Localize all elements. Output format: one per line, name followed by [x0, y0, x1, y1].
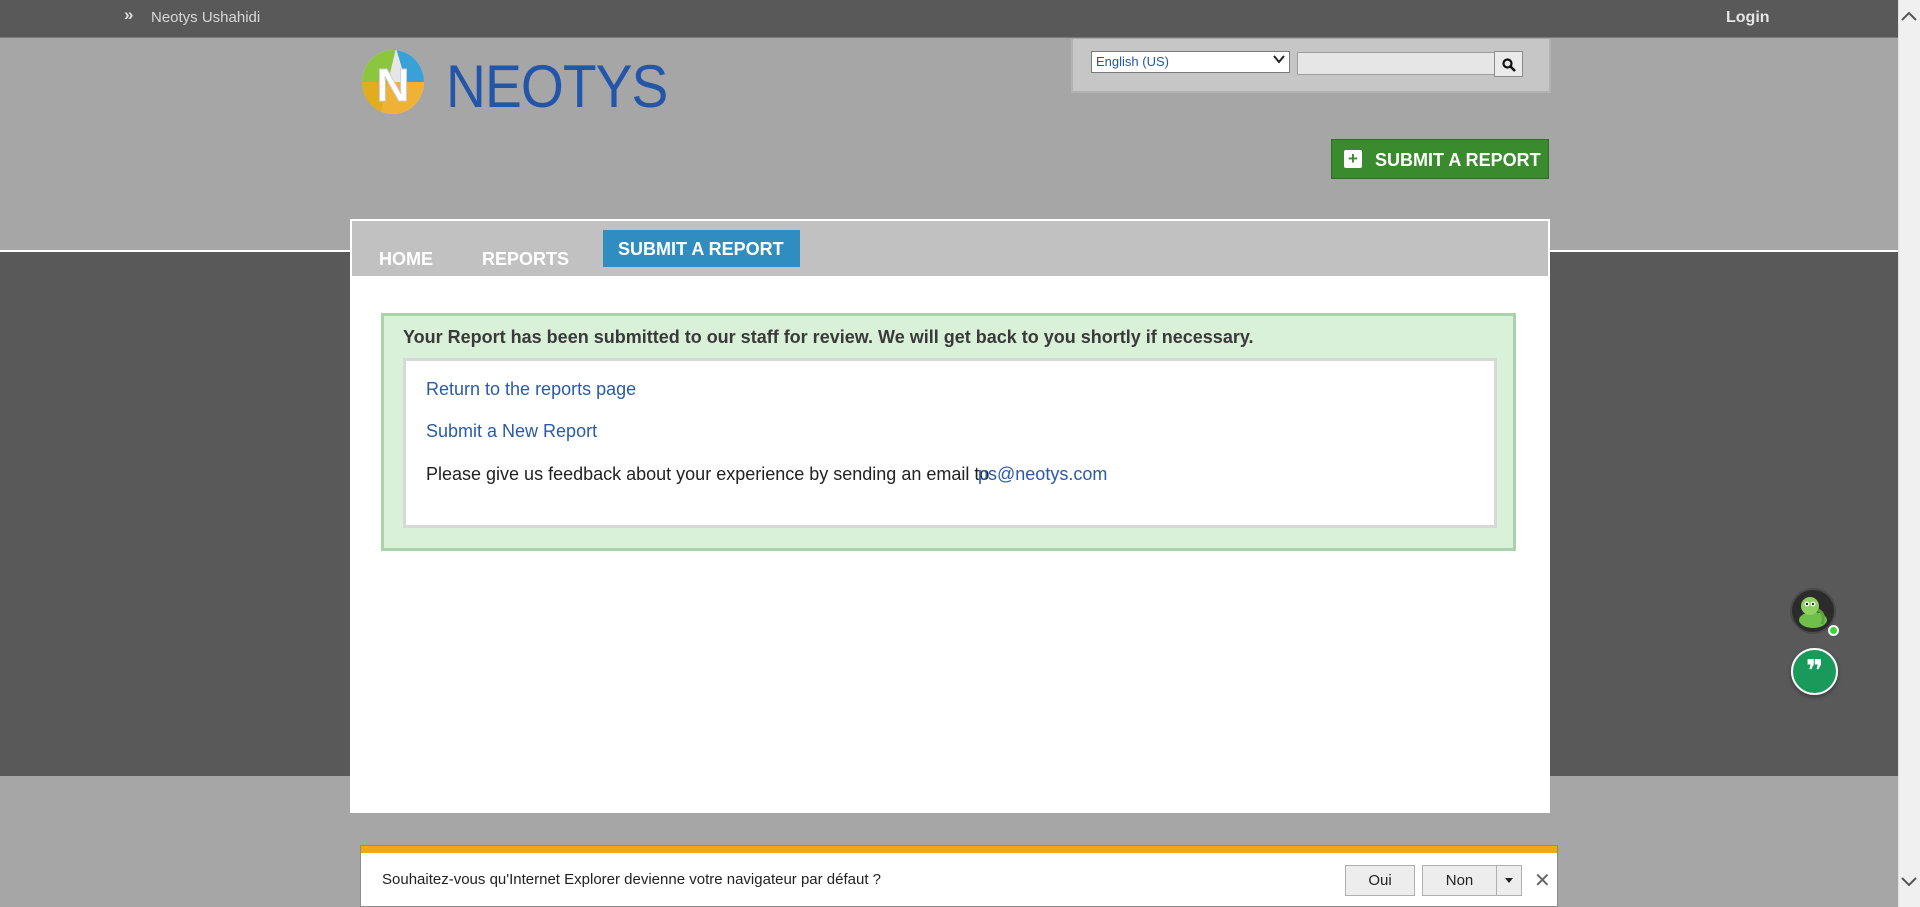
chat-quote-icon[interactable]: ❞ — [1791, 648, 1838, 695]
success-message: Your Report has been submitted to our st… — [403, 327, 1254, 347]
online-status-dot — [1828, 625, 1839, 636]
no-options-dropdown[interactable] — [1496, 865, 1522, 896]
ie-default-browser-bar: Souhaitez-vous qu'Internet Explorer devi… — [360, 845, 1558, 907]
no-button[interactable]: Non — [1422, 865, 1497, 896]
scroll-up-icon[interactable] — [1901, 8, 1917, 26]
double-chevron-icon[interactable]: » — [124, 5, 134, 25]
plus-icon: + — [1344, 150, 1362, 168]
feedback-text: Please give us feedback about your exper… — [426, 464, 990, 484]
search-button[interactable] — [1494, 51, 1523, 77]
next-steps-box: Return to the reports page Submit a New … — [403, 358, 1497, 528]
logo-wordmark: NEOTYS — [446, 53, 668, 120]
language-selected-value: English (US) — [1096, 54, 1169, 69]
nav-submit-report-label: SUBMIT A REPORT — [618, 239, 784, 259]
yes-button[interactable]: Oui — [1345, 865, 1415, 896]
ie-default-question: Souhaitez-vous qu'Internet Explorer devi… — [382, 871, 882, 888]
dropdown-arrow-icon — [1273, 53, 1285, 68]
search-input[interactable] — [1297, 52, 1495, 75]
notification-stripe — [361, 846, 1557, 853]
nav-home[interactable]: HOME — [379, 249, 433, 270]
search-icon — [1502, 58, 1516, 72]
site-name[interactable]: Neotys Ushahidi — [151, 9, 260, 26]
submit-report-label: SUBMIT A REPORT — [1375, 150, 1541, 170]
nav-reports[interactable]: REPORTS — [482, 249, 569, 270]
dropdown-arrow-icon — [1505, 878, 1513, 883]
vertical-scrollbar[interactable] — [1898, 0, 1920, 907]
neotys-logo-icon: N — [362, 50, 424, 114]
scroll-down-icon[interactable] — [1901, 874, 1917, 892]
nav-submit-report[interactable]: SUBMIT A REPORT — [603, 230, 800, 267]
close-icon[interactable]: ✕ — [1534, 868, 1551, 893]
submit-new-report-link[interactable]: Submit a New Report — [426, 421, 597, 442]
return-to-reports-link[interactable]: Return to the reports page — [426, 379, 636, 400]
neotys-logo[interactable]: N NEOTYS — [358, 46, 668, 120]
top-bar: » Neotys Ushahidi Login — [0, 0, 1898, 38]
language-select[interactable]: English (US) — [1091, 51, 1290, 73]
submit-report-button[interactable]: + SUBMIT A REPORT — [1331, 139, 1549, 179]
svg-text:N: N — [376, 59, 409, 111]
feedback-email-link[interactable]: ps@neotys.com — [978, 464, 1107, 485]
login-link[interactable]: Login — [1726, 9, 1770, 27]
